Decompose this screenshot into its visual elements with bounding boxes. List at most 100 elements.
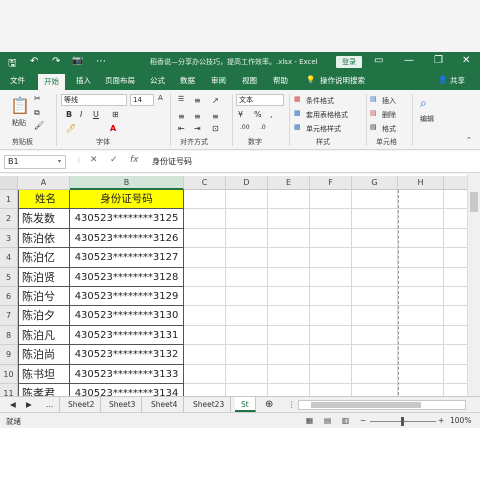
id-cell[interactable]: 430523********3132 — [70, 345, 184, 365]
cell-style-button[interactable]: 单元格样式 — [306, 124, 341, 134]
id-cell[interactable]: 430523********3126 — [70, 228, 184, 249]
row-header[interactable]: 2 — [0, 209, 18, 229]
empty-cell[interactable] — [268, 287, 310, 307]
column-header[interactable]: C — [184, 176, 226, 190]
scrollbar-thumb[interactable] — [470, 192, 478, 212]
collapse-ribbon-icon[interactable]: ⌃ — [466, 136, 472, 144]
row-header[interactable]: 9 — [0, 345, 18, 365]
center-icon[interactable]: ≡ — [194, 112, 201, 121]
empty-cell[interactable] — [268, 345, 310, 365]
zoom-slider-handle[interactable] — [401, 417, 404, 426]
empty-cell[interactable] — [398, 190, 444, 210]
empty-cell[interactable] — [352, 248, 398, 268]
tab-sheet3[interactable]: Sheet3 — [103, 397, 143, 412]
name-cell[interactable]: 陈泊夕 — [18, 306, 70, 326]
enter-icon[interactable]: ✓ — [110, 155, 118, 165]
empty-cell[interactable] — [310, 248, 352, 268]
tab-home[interactable]: 开始 — [38, 74, 65, 90]
row-header[interactable]: 11 — [0, 384, 18, 396]
chevron-down-icon[interactable]: ▾ — [58, 158, 61, 165]
close-button[interactable]: ✕ — [462, 55, 470, 66]
font-color-icon[interactable]: A — [110, 124, 116, 133]
column-header[interactable]: F — [310, 176, 352, 190]
tab-formulas[interactable]: 公式 — [150, 75, 165, 86]
empty-cell[interactable] — [444, 190, 468, 210]
italic-button[interactable]: I — [80, 110, 82, 119]
empty-cell[interactable] — [226, 228, 268, 249]
delete-button[interactable]: 删除 — [382, 110, 396, 120]
empty-cell[interactable] — [352, 345, 398, 365]
empty-cell[interactable] — [184, 345, 226, 365]
zoom-out-button[interactable]: − — [360, 416, 366, 425]
empty-cell[interactable] — [398, 306, 444, 326]
ribbon-display-icon[interactable]: ▭ — [374, 55, 383, 66]
align-left-icon[interactable]: ≡ — [178, 112, 185, 121]
borders-icon[interactable]: ⊞ — [112, 110, 119, 119]
align-top-icon[interactable]: ☰ — [178, 96, 184, 103]
number-format-select[interactable]: 文本 — [236, 94, 284, 106]
grow-font-icon[interactable]: A — [158, 94, 163, 102]
id-cell[interactable]: 430523********3127 — [70, 248, 184, 268]
empty-cell[interactable] — [352, 209, 398, 229]
tab-help[interactable]: 帮助 — [273, 75, 288, 86]
insert-cells-icon[interactable]: ▤ — [370, 95, 377, 103]
more-sheets-left[interactable]: ... — [40, 397, 61, 412]
empty-cell[interactable] — [310, 209, 352, 229]
format-painter-icon[interactable]: 🖌 — [34, 121, 44, 130]
column-header[interactable]: H — [398, 176, 444, 190]
empty-cell[interactable] — [226, 209, 268, 229]
empty-cell[interactable] — [352, 384, 398, 396]
empty-cell[interactable] — [310, 287, 352, 307]
empty-cell[interactable] — [184, 228, 226, 249]
empty-cell[interactable] — [184, 306, 226, 326]
name-box[interactable]: B1 — [4, 155, 66, 169]
empty-cell[interactable] — [444, 209, 468, 229]
id-cell[interactable]: 430523********3133 — [70, 364, 184, 384]
font-size-select[interactable]: 14 — [130, 94, 154, 106]
cond-format-button[interactable]: 条件格式 — [306, 96, 334, 106]
empty-cell[interactable] — [310, 325, 352, 346]
undo-icon[interactable]: ↶ — [30, 56, 38, 67]
empty-cell[interactable] — [184, 384, 226, 396]
name-cell[interactable]: 陈发数 — [18, 209, 70, 229]
tab-data[interactable]: 数据 — [180, 75, 195, 86]
empty-cell[interactable] — [226, 287, 268, 307]
empty-cell[interactable] — [310, 228, 352, 249]
empty-cell[interactable] — [398, 345, 444, 365]
name-cell[interactable]: 陈孝君 — [18, 384, 70, 396]
scrollbar-thumb[interactable] — [311, 402, 421, 408]
horizontal-scrollbar[interactable] — [298, 400, 466, 410]
select-all-corner[interactable] — [0, 176, 18, 190]
empty-cell[interactable] — [268, 228, 310, 249]
increase-decimal-icon[interactable]: .00 — [240, 124, 250, 131]
empty-cell[interactable] — [398, 209, 444, 229]
empty-cell[interactable] — [226, 190, 268, 210]
id-cell[interactable]: 430523********3130 — [70, 306, 184, 326]
empty-cell[interactable] — [398, 248, 444, 268]
empty-cell[interactable] — [352, 190, 398, 210]
empty-cell[interactable] — [444, 248, 468, 268]
next-sheet-icon[interactable]: ▶ — [20, 397, 38, 412]
empty-cell[interactable] — [226, 325, 268, 346]
tell-me-search[interactable]: 操作说明搜索 — [320, 75, 365, 86]
empty-cell[interactable] — [226, 345, 268, 365]
id-cell[interactable]: 430523********3131 — [70, 325, 184, 346]
tab-file[interactable]: 文件 — [10, 75, 25, 86]
empty-cell[interactable] — [184, 287, 226, 307]
save-icon[interactable]: 🖫 — [8, 56, 17, 73]
empty-cell[interactable] — [184, 209, 226, 229]
empty-cell[interactable] — [352, 267, 398, 287]
empty-cell[interactable] — [398, 228, 444, 249]
column-header[interactable] — [444, 176, 468, 190]
empty-cell[interactable] — [184, 267, 226, 287]
paste-label[interactable]: 粘贴 — [12, 118, 26, 128]
empty-cell[interactable] — [310, 364, 352, 384]
row-header[interactable]: 7 — [0, 306, 18, 326]
format-cells-icon[interactable]: ▤ — [370, 123, 377, 131]
header-name-cell[interactable]: 姓名 — [18, 190, 70, 210]
empty-cell[interactable] — [310, 306, 352, 326]
paste-icon[interactable]: 📋 — [10, 96, 30, 115]
tab-view[interactable]: 视图 — [242, 75, 257, 86]
delete-cells-icon[interactable]: ▤ — [370, 109, 377, 117]
fill-color-icon[interactable]: 🖊 — [66, 124, 76, 133]
